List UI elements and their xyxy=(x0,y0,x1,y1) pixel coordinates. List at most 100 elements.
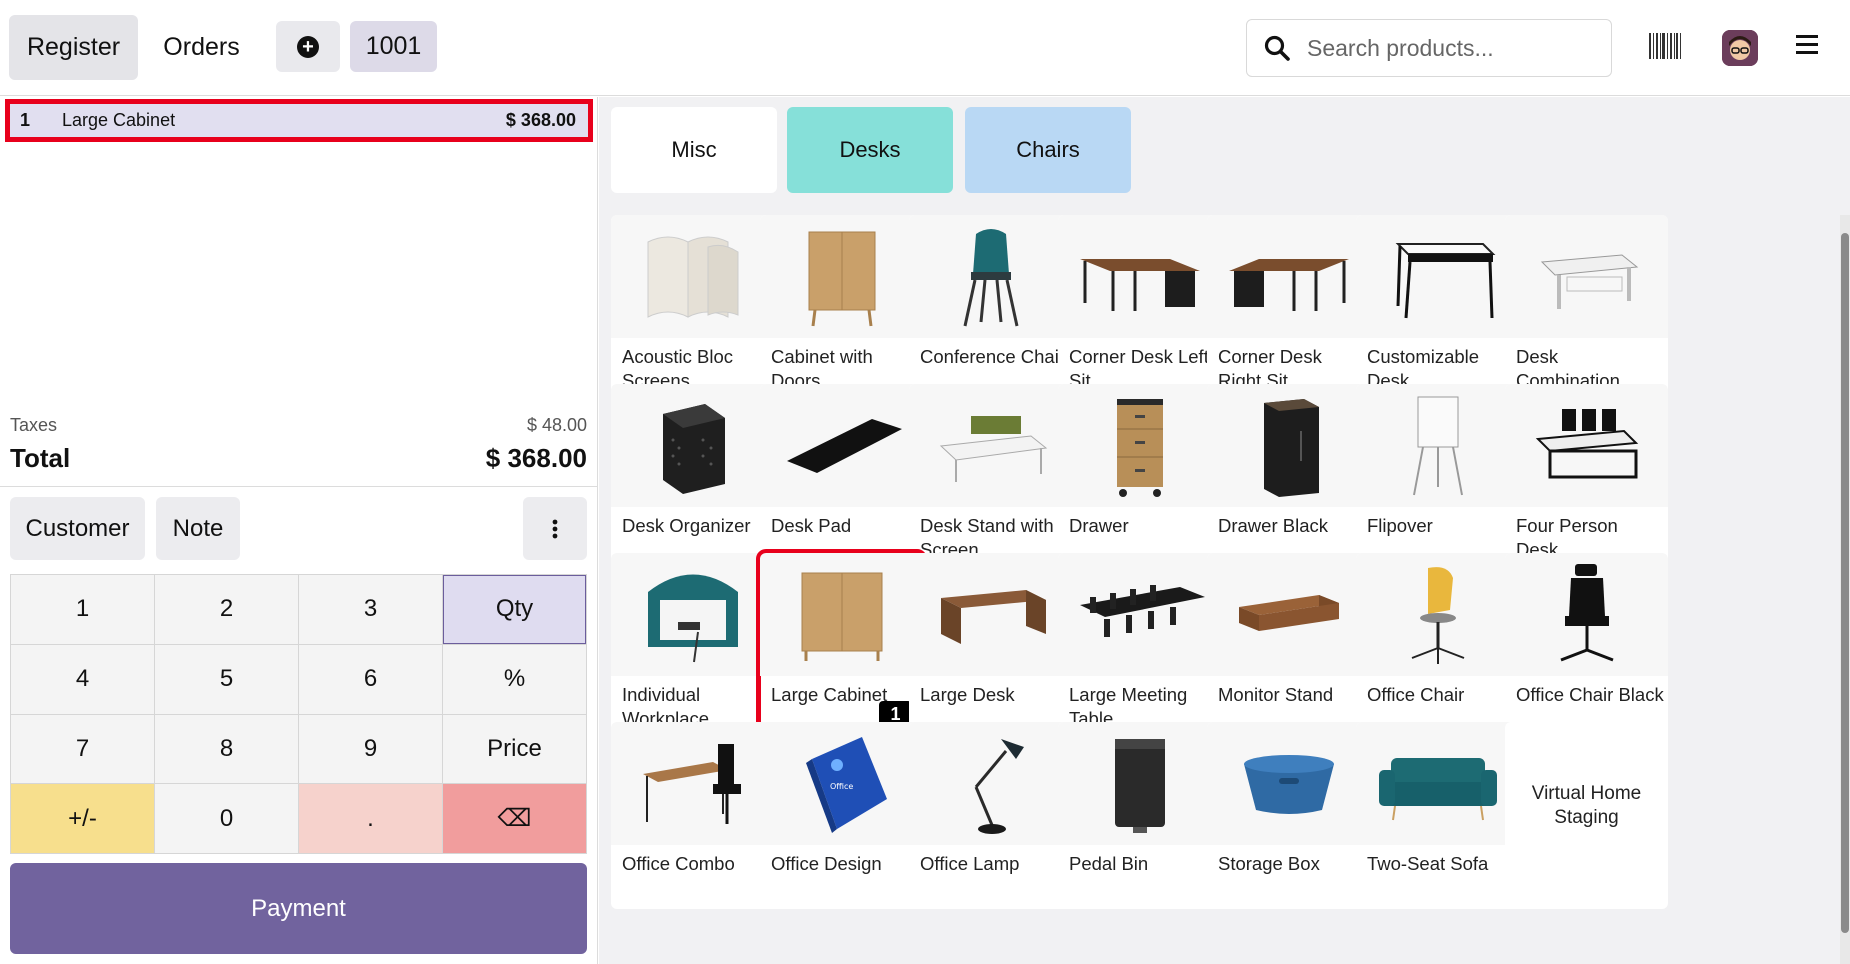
category-misc[interactable]: Misc xyxy=(611,107,777,193)
product-card[interactable]: Office Combo xyxy=(611,722,774,909)
new-order-button[interactable]: + xyxy=(276,21,340,72)
product-card[interactable]: Virtual Home Staging xyxy=(1505,722,1668,909)
taxes-row: Taxes $ 48.00 xyxy=(10,415,587,436)
product-card[interactable]: Conference Chair xyxy=(909,215,1072,402)
product-panel: Misc Desks Chairs Acoustic Bloc Screens C… xyxy=(599,97,1850,964)
barcode-icon[interactable] xyxy=(1649,33,1681,64)
product-card[interactable]: Two-Seat Sofa xyxy=(1356,722,1519,909)
payment-button[interactable]: Payment xyxy=(10,863,587,954)
product-name: Desk Pad xyxy=(771,515,852,536)
product-name: Desk Organizer xyxy=(622,515,751,536)
product-image xyxy=(1356,722,1519,845)
orders-button[interactable]: Orders xyxy=(150,15,253,80)
kebab-menu-icon xyxy=(552,519,558,538)
numpad-key-7[interactable]: 7 xyxy=(11,714,154,784)
product-card[interactable]: Office Lamp xyxy=(909,722,1072,909)
product-name: Large Desk xyxy=(920,684,1015,705)
numpad-key-8[interactable]: 8 xyxy=(155,714,298,784)
product-image xyxy=(909,722,1072,845)
product-image xyxy=(1356,553,1519,676)
product-image xyxy=(1207,722,1370,845)
product-card[interactable]: Drawer xyxy=(1058,384,1221,571)
product-image xyxy=(909,384,1072,507)
product-card[interactable]: Desk Combination xyxy=(1505,215,1668,402)
divider xyxy=(0,486,598,487)
product-image xyxy=(611,553,774,676)
product-card[interactable]: Four Person Desk xyxy=(1505,384,1668,571)
product-image xyxy=(760,553,923,676)
product-image xyxy=(1058,722,1221,845)
product-card[interactable]: Acoustic Bloc Screens xyxy=(611,215,774,402)
product-card[interactable]: Monitor Stand xyxy=(1207,553,1370,740)
numpad-key-3[interactable]: 3 xyxy=(299,575,442,644)
product-card[interactable]: Office Chair xyxy=(1356,553,1519,740)
product-card[interactable]: Drawer Black xyxy=(1207,384,1370,571)
product-image xyxy=(1207,384,1370,507)
numpad-key-6[interactable]: 6 xyxy=(299,644,442,714)
svg-text:Office: Office xyxy=(830,782,853,791)
product-search[interactable] xyxy=(1246,19,1612,77)
product-card[interactable]: Individual Workplace xyxy=(611,553,774,740)
product-name: Two-Seat Sofa xyxy=(1367,853,1489,874)
product-card[interactable]: Large Desk xyxy=(909,553,1072,740)
product-image xyxy=(611,384,774,507)
product-name: Conference Chair xyxy=(920,346,1065,367)
current-order-tab[interactable]: 1001 xyxy=(350,21,437,72)
product-scrollbar[interactable] xyxy=(1840,215,1850,964)
product-name: Flipover xyxy=(1367,515,1433,536)
register-button[interactable]: Register xyxy=(9,15,138,80)
numpad-qty-mode[interactable]: Qty xyxy=(443,575,586,644)
hamburger-menu-icon[interactable] xyxy=(1796,35,1818,60)
product-card[interactable]: Desk Pad xyxy=(760,384,923,571)
category-chairs[interactable]: Chairs xyxy=(965,107,1131,193)
product-name: Office Chair Black xyxy=(1516,684,1664,705)
product-image xyxy=(1207,215,1370,338)
product-image xyxy=(1058,384,1221,507)
numpad-discount-mode[interactable]: % xyxy=(443,644,586,714)
order-line[interactable]: 1 Large Cabinet $ 368.00 xyxy=(5,99,593,142)
order-panel: 1 Large Cabinet $ 368.00 Taxes $ 48.00 T… xyxy=(0,97,598,964)
product-card[interactable]: Storage Box xyxy=(1207,722,1370,909)
note-button[interactable]: Note xyxy=(156,497,240,560)
product-image xyxy=(1505,553,1668,676)
product-name: Office Design xyxy=(771,853,882,874)
product-card[interactable]: Customizable Desk xyxy=(1356,215,1519,402)
numpad-plus-minus[interactable]: +/- xyxy=(11,784,154,853)
numpad-key-5[interactable]: 5 xyxy=(155,644,298,714)
product-image xyxy=(1207,553,1370,676)
product-name: Office Chair xyxy=(1367,684,1465,705)
numpad-decimal[interactable]: . xyxy=(299,784,442,853)
numpad-key-1[interactable]: 1 xyxy=(11,575,154,644)
numpad-price-mode[interactable]: Price xyxy=(443,714,586,784)
product-image xyxy=(909,553,1072,676)
customer-button[interactable]: Customer xyxy=(10,497,145,560)
top-bar: Register Orders + 1001 xyxy=(0,0,1850,96)
product-card[interactable]: Office Office Design xyxy=(760,722,923,909)
numpad-backspace[interactable]: ⌫ xyxy=(443,784,586,853)
more-actions-button[interactable] xyxy=(523,497,587,560)
product-card[interactable]: Cabinet with Doors xyxy=(760,215,923,402)
product-card[interactable]: Large Cabinet 1 xyxy=(756,549,927,744)
category-desks[interactable]: Desks xyxy=(787,107,953,193)
total-value: $ 368.00 xyxy=(485,443,587,473)
total-label: Total xyxy=(10,443,71,473)
numpad-key-4[interactable]: 4 xyxy=(11,644,154,714)
scrollbar-thumb[interactable] xyxy=(1841,233,1849,933)
user-avatar[interactable] xyxy=(1722,30,1758,66)
product-image xyxy=(909,215,1072,338)
plus-circle-icon: + xyxy=(297,35,319,58)
product-card[interactable]: Flipover xyxy=(1356,384,1519,571)
numpad-key-2[interactable]: 2 xyxy=(155,575,298,644)
product-name: Drawer Black xyxy=(1218,515,1328,536)
numpad-key-0[interactable]: 0 xyxy=(155,784,298,853)
numpad-key-9[interactable]: 9 xyxy=(299,714,442,784)
product-card[interactable]: Desk Stand with Screen xyxy=(909,384,1072,571)
product-image xyxy=(611,215,774,338)
product-card[interactable]: Pedal Bin xyxy=(1058,722,1221,909)
product-card[interactable]: Corner Desk Left Sit xyxy=(1058,215,1221,402)
search-input[interactable] xyxy=(1307,34,1597,62)
product-card[interactable]: Large Meeting Table xyxy=(1058,553,1221,740)
product-card[interactable]: Office Chair Black xyxy=(1505,553,1668,740)
product-card[interactable]: Corner Desk Right Sit xyxy=(1207,215,1370,402)
product-card[interactable]: Desk Organizer xyxy=(611,384,774,571)
